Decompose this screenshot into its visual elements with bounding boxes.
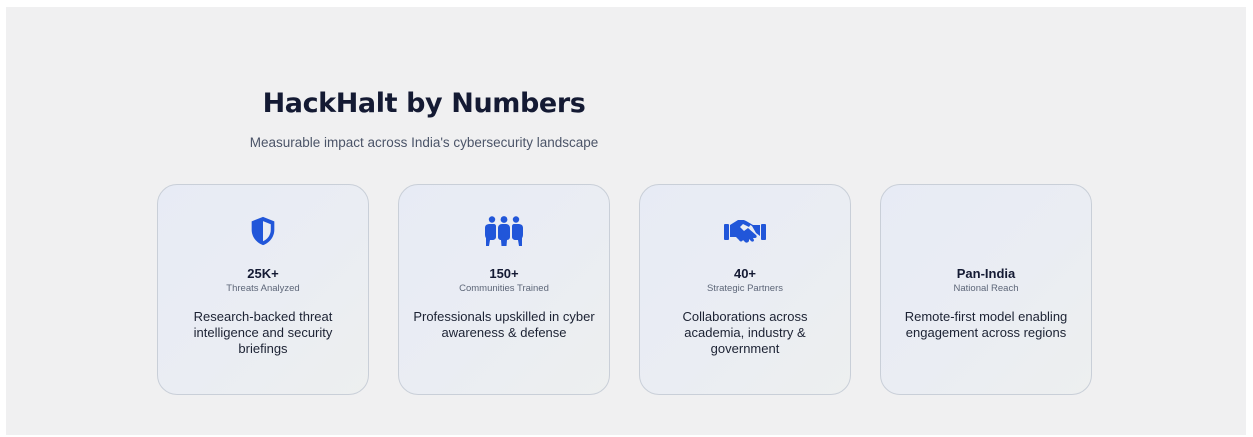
people-group-icon (399, 213, 609, 249)
stat-label: Threats Analyzed (226, 283, 300, 294)
stat-description: Professionals upskilled in cyber awarene… (413, 309, 595, 340)
stat-card-threats: 25K+ Threats Analyzed Research-backed th… (157, 184, 369, 395)
stat-description: Collaborations across academia, industry… (682, 309, 808, 356)
stat-label: Communities Trained (459, 283, 549, 294)
section-title: HackHalt by Numbers (262, 88, 586, 119)
shield-icon (158, 213, 368, 249)
stat-card-reach: Pan-India National Reach Remote-first mo… (880, 184, 1092, 395)
handshake-icon (640, 213, 850, 249)
stat-value: 150+ (489, 266, 519, 281)
stat-label: National Reach (953, 283, 1019, 294)
stat-card-communities: 150+ Communities Trained Professionals u… (398, 184, 610, 395)
stat-value: 25K+ (247, 266, 279, 281)
stat-value: 40+ (733, 266, 757, 281)
stat-card-partners: 40+ Strategic Partners Collaborations ac… (639, 184, 851, 395)
stat-value: Pan-India (956, 266, 1016, 281)
stat-label: Strategic Partners (706, 283, 784, 294)
section-subtitle: Measurable impact across India's cyberse… (249, 135, 599, 150)
stat-description: Remote-first model enabling engagement a… (904, 309, 1068, 340)
stat-description: Research-backed threat intelligence and … (193, 309, 333, 356)
